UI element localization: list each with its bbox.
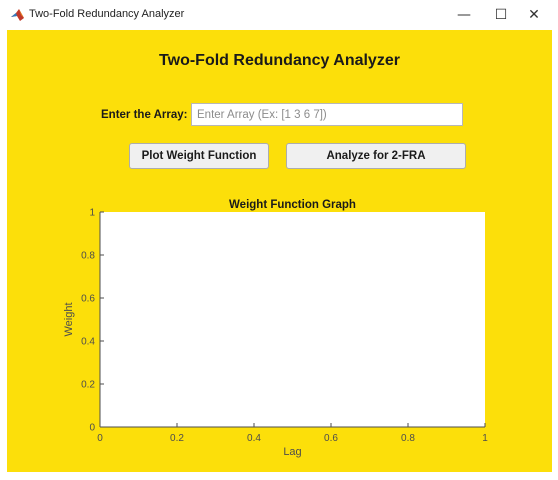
x-axis-label: Lag [283, 446, 301, 458]
x-tick-label: 0 [97, 433, 103, 444]
close-button[interactable]: ✕ [519, 5, 549, 25]
x-tick-label: 0.8 [401, 433, 415, 444]
minimize-button[interactable]: — [449, 5, 479, 25]
x-tick-label: 0.2 [170, 433, 184, 444]
window-titlebar: Two-Fold Redundancy Analyzer — ☐ ✕ [0, 0, 558, 30]
y-tick-label: 1 [89, 208, 95, 219]
x-tick-label: 1 [482, 433, 488, 444]
x-tick-label: 0.4 [247, 433, 261, 444]
matlab-logo-icon [11, 9, 24, 21]
weight-function-chart: 0 0.2 0.4 0.6 0.8 1 0 0.2 0.4 0.6 0.8 1 Weight Funct… [63, 199, 488, 458]
y-axis-label: Weight [63, 302, 75, 336]
app-panel: Two-Fold Redundancy Analyzer Enter the A… [7, 30, 552, 472]
y-tick-label: 0.4 [81, 337, 95, 348]
window-title: Two-Fold Redundancy Analyzer [29, 8, 185, 20]
y-tick-label: 0.8 [81, 251, 95, 262]
x-tick-label: 0.6 [324, 433, 338, 444]
y-tick-label: 0.2 [81, 380, 95, 391]
y-tick-label: 0.6 [81, 294, 95, 305]
y-tick-label: 0 [89, 423, 95, 434]
chart-title: Weight Function Graph [229, 199, 356, 211]
maximize-button[interactable]: ☐ [486, 5, 516, 25]
plot-area [100, 212, 485, 427]
